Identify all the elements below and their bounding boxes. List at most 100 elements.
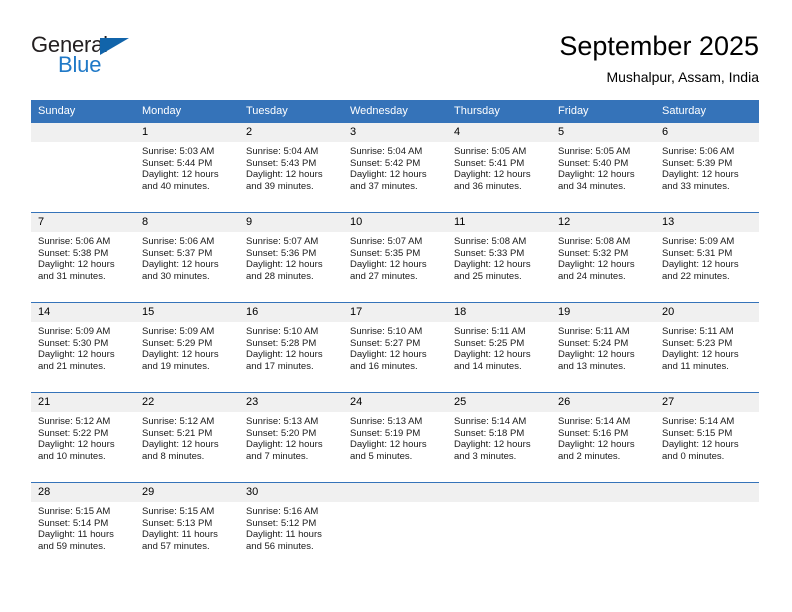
sunrise-time: Sunrise: 5:11 AM xyxy=(558,326,630,337)
calendar-day-cell[interactable]: 10 Sunrise: 5:07 AM Sunset: 5:35 PM Dayligh… xyxy=(343,212,447,303)
day-number: 8 xyxy=(135,213,239,232)
daylight-duration-line2: and 28 minutes. xyxy=(246,270,314,282)
day-number: 12 xyxy=(551,213,655,232)
day-number xyxy=(31,123,135,142)
daylight-duration-line1: Daylight: 12 hours xyxy=(454,259,531,271)
daylight-duration-line2: and 24 minutes. xyxy=(558,270,626,282)
calendar-day-cell-empty xyxy=(655,482,759,573)
sunset-time: Sunset: 5:24 PM xyxy=(558,337,629,349)
sunset-time: Sunset: 5:32 PM xyxy=(558,247,629,259)
sunrise-time: Sunrise: 5:08 AM xyxy=(454,236,527,247)
daylight-duration-line2: and 59 minutes. xyxy=(38,540,106,552)
calendar-day-cell[interactable]: 4 Sunrise: 5:05 AM Sunset: 5:41 PM Daylight… xyxy=(447,122,551,213)
calendar-day-cell[interactable]: 24 Sunrise: 5:13 AM Sunset: 5:19 PM Dayligh… xyxy=(343,392,447,483)
calendar-day-cell[interactable]: 18 Sunrise: 5:11 AM Sunset: 5:25 PM Dayligh… xyxy=(447,302,551,393)
sunset-time: Sunset: 5:31 PM xyxy=(662,247,733,259)
calendar-day-cell[interactable]: 29 Sunrise: 5:15 AM Sunset: 5:13 PM Dayligh… xyxy=(135,482,239,573)
daylight-duration-line1: Daylight: 12 hours xyxy=(558,259,635,271)
calendar-day-cell[interactable]: 23 Sunrise: 5:13 AM Sunset: 5:20 PM Dayligh… xyxy=(239,392,343,483)
calendar-day-cell[interactable]: 6 Sunrise: 5:06 AM Sunset: 5:39 PM Daylight… xyxy=(655,122,759,213)
calendar-day-cell[interactable]: 30 Sunrise: 5:16 AM Sunset: 5:12 PM Dayligh… xyxy=(239,482,343,573)
daylight-duration-line2: and 19 minutes. xyxy=(142,360,210,372)
calendar-day-cell[interactable]: 5 Sunrise: 5:05 AM Sunset: 5:40 PM Daylight… xyxy=(551,122,655,213)
daylight-duration-line2: and 0 minutes. xyxy=(662,450,725,462)
calendar-day-cell[interactable]: 14 Sunrise: 5:09 AM Sunset: 5:30 PM Dayligh… xyxy=(31,302,135,393)
daylight-duration-line2: and 39 minutes. xyxy=(246,180,314,192)
calendar-day-cell[interactable]: 12 Sunrise: 5:08 AM Sunset: 5:32 PM Dayligh… xyxy=(551,212,655,303)
calendar-day-cell-empty xyxy=(551,482,655,573)
calendar-day-cell[interactable]: 17 Sunrise: 5:10 AM Sunset: 5:27 PM Dayligh… xyxy=(343,302,447,393)
calendar-day-cell[interactable]: 7 Sunrise: 5:06 AM Sunset: 5:38 PM Daylight… xyxy=(31,212,135,303)
daylight-duration-line1: Daylight: 12 hours xyxy=(558,169,635,181)
calendar-day-cell[interactable]: 8 Sunrise: 5:06 AM Sunset: 5:37 PM Daylight… xyxy=(135,212,239,303)
day-number: 11 xyxy=(447,213,551,232)
day-number: 25 xyxy=(447,393,551,412)
location-subtitle: Mushalpur, Assam, India xyxy=(606,69,759,85)
calendar-day-cell[interactable]: 3 Sunrise: 5:04 AM Sunset: 5:42 PM Daylight… xyxy=(343,122,447,213)
day-number: 16 xyxy=(239,303,343,322)
sunrise-time: Sunrise: 5:13 AM xyxy=(350,416,423,427)
sunrise-time: Sunrise: 5:14 AM xyxy=(558,416,631,427)
daylight-duration-line1: Daylight: 12 hours xyxy=(246,439,323,451)
day-details: Sunrise: 5:08 AM Sunset: 5:32 PM Daylight:… xyxy=(551,232,655,282)
sunrise-time: Sunrise: 5:11 AM xyxy=(454,326,526,337)
calendar-day-cell[interactable]: 9 Sunrise: 5:07 AM Sunset: 5:36 PM Daylight… xyxy=(239,212,343,303)
day-details: Sunrise: 5:08 AM Sunset: 5:33 PM Daylight:… xyxy=(447,232,551,282)
sunset-time: Sunset: 5:16 PM xyxy=(558,427,629,439)
day-number: 21 xyxy=(31,393,135,412)
sunrise-time: Sunrise: 5:15 AM xyxy=(38,506,111,517)
calendar-day-cell[interactable]: 1 Sunrise: 5:03 AM Sunset: 5:44 PM Daylight… xyxy=(135,122,239,213)
weekday-header-wednesday: Wednesday xyxy=(343,100,447,123)
sunrise-time: Sunrise: 5:16 AM xyxy=(246,506,319,517)
sunrise-time: Sunrise: 5:14 AM xyxy=(662,416,735,427)
logo-triangle-icon xyxy=(100,38,129,55)
calendar-day-cell[interactable]: 22 Sunrise: 5:12 AM Sunset: 5:21 PM Dayligh… xyxy=(135,392,239,483)
calendar-day-cell[interactable]: 26 Sunrise: 5:14 AM Sunset: 5:16 PM Dayligh… xyxy=(551,392,655,483)
sunrise-time: Sunrise: 5:13 AM xyxy=(246,416,319,427)
sunrise-time: Sunrise: 5:12 AM xyxy=(142,416,215,427)
calendar-day-cell[interactable]: 19 Sunrise: 5:11 AM Sunset: 5:24 PM Dayligh… xyxy=(551,302,655,393)
sunrise-time: Sunrise: 5:05 AM xyxy=(454,146,527,157)
daylight-duration-line1: Daylight: 12 hours xyxy=(454,349,531,361)
calendar-day-cell[interactable]: 13 Sunrise: 5:09 AM Sunset: 5:31 PM Dayligh… xyxy=(655,212,759,303)
sunrise-time: Sunrise: 5:07 AM xyxy=(350,236,423,247)
daylight-duration-line1: Daylight: 12 hours xyxy=(350,349,427,361)
calendar-day-cell[interactable]: 20 Sunrise: 5:11 AM Sunset: 5:23 PM Dayligh… xyxy=(655,302,759,393)
sunrise-time: Sunrise: 5:12 AM xyxy=(38,416,111,427)
daylight-duration-line1: Daylight: 11 hours xyxy=(142,529,218,541)
day-number: 9 xyxy=(239,213,343,232)
day-details: Sunrise: 5:14 AM Sunset: 5:16 PM Daylight:… xyxy=(551,412,655,462)
daylight-duration-line2: and 13 minutes. xyxy=(558,360,626,372)
daylight-duration-line2: and 27 minutes. xyxy=(350,270,418,282)
calendar-day-cell[interactable]: 11 Sunrise: 5:08 AM Sunset: 5:33 PM Dayligh… xyxy=(447,212,551,303)
day-details: Sunrise: 5:03 AM Sunset: 5:44 PM Daylight:… xyxy=(135,142,239,192)
sunrise-time: Sunrise: 5:08 AM xyxy=(558,236,631,247)
weekday-header-saturday: Saturday xyxy=(655,100,759,123)
sunset-time: Sunset: 5:19 PM xyxy=(350,427,421,439)
sunrise-time: Sunrise: 5:09 AM xyxy=(142,326,215,337)
sunset-time: Sunset: 5:12 PM xyxy=(246,517,317,529)
daylight-duration-line1: Daylight: 12 hours xyxy=(246,349,323,361)
weekday-header-friday: Friday xyxy=(551,100,655,123)
sunset-time: Sunset: 5:13 PM xyxy=(142,517,213,529)
sunset-time: Sunset: 5:25 PM xyxy=(454,337,525,349)
generalblue-logo[interactable]: General Blue xyxy=(31,30,146,86)
calendar-day-cell[interactable]: 27 Sunrise: 5:14 AM Sunset: 5:15 PM Dayligh… xyxy=(655,392,759,483)
daylight-duration-line1: Daylight: 12 hours xyxy=(142,439,219,451)
calendar-day-cell[interactable]: 2 Sunrise: 5:04 AM Sunset: 5:43 PM Daylight… xyxy=(239,122,343,213)
page-title: September 2025 xyxy=(559,31,759,61)
sunrise-time: Sunrise: 5:10 AM xyxy=(350,326,423,337)
calendar-day-cell[interactable]: 28 Sunrise: 5:15 AM Sunset: 5:14 PM Dayligh… xyxy=(31,482,135,573)
daylight-duration-line2: and 11 minutes. xyxy=(662,360,729,372)
daylight-duration-line1: Daylight: 12 hours xyxy=(38,259,115,271)
calendar-week-row: 14 Sunrise: 5:09 AM Sunset: 5:30 PM Dayligh… xyxy=(31,302,759,393)
daylight-duration-line2: and 40 minutes. xyxy=(142,180,210,192)
daylight-duration-line2: and 30 minutes. xyxy=(142,270,210,282)
title-block: September 2025 Mushalpur, Assam, India xyxy=(559,30,759,86)
calendar-day-cell[interactable]: 15 Sunrise: 5:09 AM Sunset: 5:29 PM Dayligh… xyxy=(135,302,239,393)
calendar-day-cell[interactable]: 21 Sunrise: 5:12 AM Sunset: 5:22 PM Dayligh… xyxy=(31,392,135,483)
daylight-duration-line2: and 2 minutes. xyxy=(558,450,621,462)
calendar-day-cell[interactable]: 16 Sunrise: 5:10 AM Sunset: 5:28 PM Dayligh… xyxy=(239,302,343,393)
calendar-day-cell[interactable]: 25 Sunrise: 5:14 AM Sunset: 5:18 PM Dayligh… xyxy=(447,392,551,483)
sunrise-time: Sunrise: 5:07 AM xyxy=(246,236,319,247)
